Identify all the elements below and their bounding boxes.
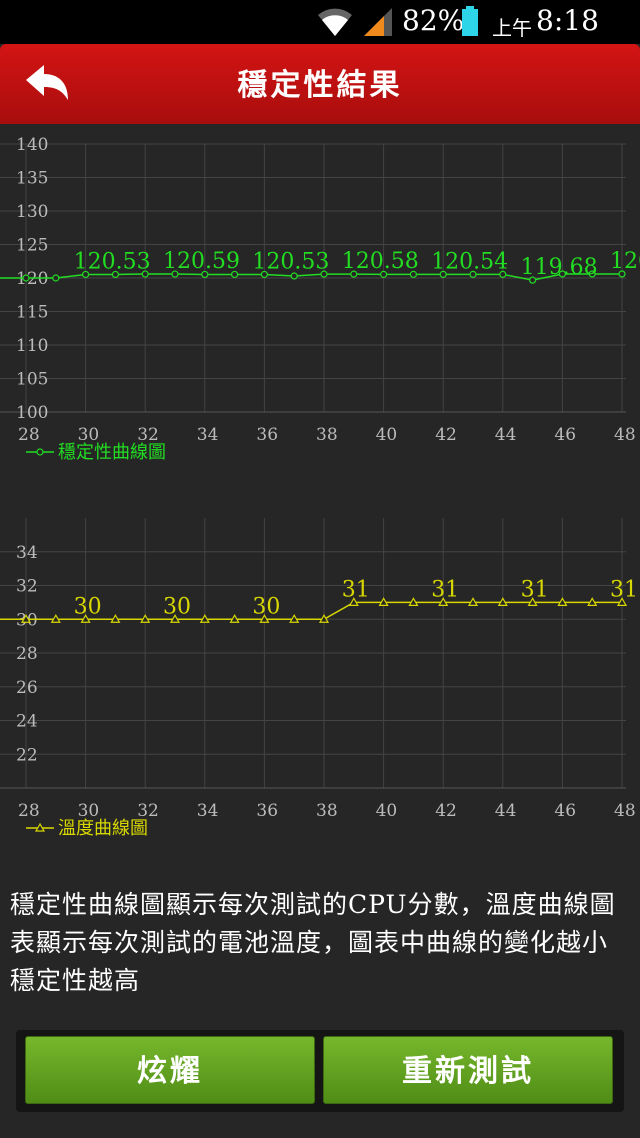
- y-tick-label: 100: [16, 403, 48, 423]
- x-tick-label: 28: [18, 425, 40, 445]
- y-tick-label: 22: [16, 745, 38, 765]
- am-pm-indicator: 上午: [492, 16, 532, 40]
- x-tick-label: 40: [376, 801, 398, 821]
- x-tick-label: 34: [197, 425, 219, 445]
- data-label: 120.53: [74, 249, 151, 274]
- x-tick-label: 46: [554, 425, 576, 445]
- data-label: 31: [521, 577, 549, 602]
- temperature-chart: 2830323436384042444648222426283032343030…: [0, 500, 640, 850]
- y-tick-label: 140: [16, 135, 48, 155]
- y-tick-label: 135: [16, 169, 48, 189]
- data-label: 120.59: [163, 249, 240, 274]
- battery-icon: [462, 6, 478, 36]
- temperature-chart-svg: 2830323436384042444648222426283032343030…: [0, 518, 638, 839]
- data-point: [52, 274, 60, 282]
- data-label: 31: [610, 577, 638, 602]
- retest-button[interactable]: 重新測試: [323, 1036, 613, 1104]
- x-tick-label: 48: [614, 801, 636, 821]
- x-tick-label: 38: [316, 425, 338, 445]
- data-label: 119.68: [521, 255, 598, 280]
- y-tick-label: 115: [16, 303, 48, 323]
- data-label: 120.53: [252, 249, 329, 274]
- x-tick-label: 36: [256, 801, 278, 821]
- y-tick-label: 120: [16, 269, 48, 289]
- clock: 8:18: [536, 4, 599, 37]
- legend-label: 溫度曲線圖: [58, 818, 148, 839]
- back-button[interactable]: [22, 62, 72, 106]
- share-button[interactable]: 炫耀: [25, 1036, 315, 1104]
- stability-chart: 28 30 32 34 36 38 40 42 44 46 48 100 105 110 115 120 125…: [0, 124, 640, 474]
- x-tick-label: 42: [435, 801, 457, 821]
- y-tick-label: 26: [16, 678, 38, 698]
- y-tick-label: 125: [16, 236, 48, 256]
- legend-label: 穩定性曲線圖: [58, 442, 166, 463]
- page-title: 穩定性結果: [237, 68, 403, 103]
- data-label: 120.6: [610, 249, 640, 274]
- y-tick-label: 32: [16, 577, 38, 597]
- y-tick-label: 130: [16, 202, 48, 222]
- x-tick-label: 36: [256, 425, 278, 445]
- title-bar: 穩定性結果: [0, 44, 640, 124]
- data-label: 31: [431, 577, 459, 602]
- y-tick-label: 34: [16, 543, 38, 563]
- data-label: 30: [163, 594, 191, 619]
- x-tick-label: 28: [18, 801, 40, 821]
- y-tick-label: 28: [16, 644, 38, 664]
- signal-icon: [364, 8, 392, 36]
- x-tick-label: 48: [614, 425, 636, 445]
- x-tick-label: 34: [197, 801, 219, 821]
- x-tick-label: 40: [376, 425, 398, 445]
- legend-marker: [36, 448, 44, 456]
- y-tick-label: 24: [16, 712, 38, 732]
- back-arrow-icon: [26, 65, 68, 100]
- stability-chart-svg: 28 30 32 34 36 38 40 42 44 46 48100105110115120125…: [0, 135, 640, 463]
- data-label: 120.58: [342, 249, 419, 274]
- x-tick-label: 44: [495, 801, 517, 821]
- data-label: 120.54: [431, 249, 508, 274]
- x-tick-label: 46: [554, 801, 576, 821]
- data-label: 30: [252, 594, 280, 619]
- x-tick-label: 42: [435, 425, 457, 445]
- data-label: 31: [342, 577, 370, 602]
- data-label: 30: [74, 594, 102, 619]
- data-point: [22, 274, 30, 282]
- wifi-icon: [318, 8, 352, 36]
- y-tick-label: 110: [16, 336, 48, 356]
- x-tick-label: 38: [316, 801, 338, 821]
- status-bar: 82% 上午 8:18: [0, 0, 640, 44]
- button-bar: 炫耀 重新測試: [16, 1030, 624, 1112]
- x-tick-label: 44: [495, 425, 517, 445]
- description-text: 穩定性曲線圖顯示每次測試的CPU分數，溫度曲線圖表顯示每次測試的電池溫度，圖表中…: [10, 890, 616, 995]
- y-tick-label: 105: [16, 370, 48, 390]
- battery-percent: 82%: [402, 4, 465, 37]
